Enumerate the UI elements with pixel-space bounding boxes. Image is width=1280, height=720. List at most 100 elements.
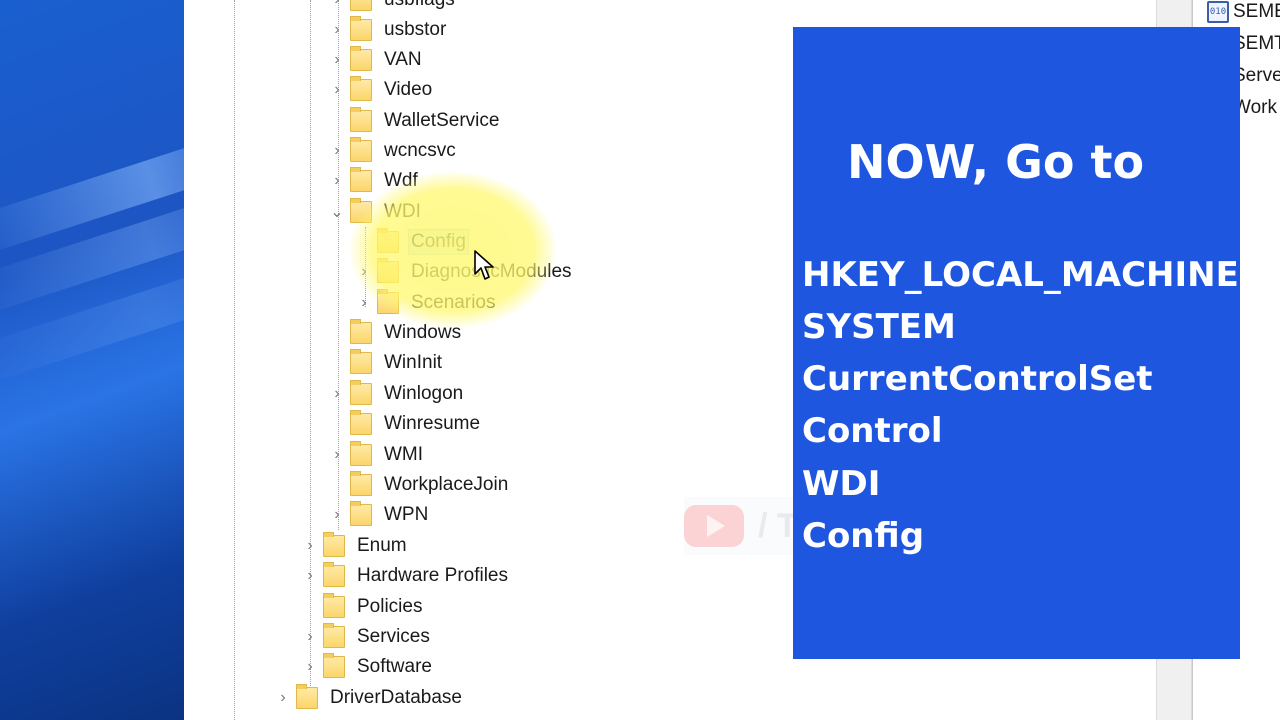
folder-icon bbox=[350, 441, 372, 466]
folder-icon bbox=[350, 107, 372, 132]
value-row[interactable]: Serve bbox=[1233, 61, 1280, 91]
tree-node-wcncsvc[interactable]: › wcncsvc bbox=[324, 136, 458, 166]
tree-guide-line bbox=[234, 0, 235, 720]
path-step-config: Config bbox=[802, 516, 925, 556]
tree-node-label: Policies bbox=[357, 596, 423, 617]
chevron-right-icon[interactable]: › bbox=[324, 45, 350, 75]
tree-node-wdi[interactable]: ⌄ WDI bbox=[324, 197, 423, 227]
folder-icon bbox=[377, 228, 399, 253]
chevron-right-icon[interactable]: › bbox=[324, 379, 350, 409]
folder-icon bbox=[350, 380, 372, 405]
path-step-controlset: CurrentControlSet bbox=[802, 359, 1153, 399]
tree-node-video[interactable]: › Video bbox=[324, 75, 434, 105]
tree-node-label: WPN bbox=[384, 504, 429, 525]
tree-node-usbflags[interactable]: › usbflags bbox=[324, 0, 457, 15]
tree-node-workplacejoin[interactable]: WorkplaceJoin bbox=[324, 470, 510, 500]
folder-icon bbox=[350, 16, 372, 41]
tree-node-wmi[interactable]: › WMI bbox=[324, 440, 425, 470]
tree-node-label: Video bbox=[384, 79, 433, 100]
path-step-hive: HKEY_LOCAL_MACHINE bbox=[802, 255, 1239, 295]
chevron-right-icon[interactable]: › bbox=[324, 0, 350, 15]
tree-node-label: wcncsvc bbox=[384, 140, 456, 161]
tree-node-label: usbflags bbox=[382, 0, 457, 12]
folder-icon bbox=[323, 623, 345, 648]
chevron-right-icon[interactable]: › bbox=[351, 257, 377, 287]
folder-icon bbox=[350, 0, 372, 11]
value-name: Serve bbox=[1233, 65, 1280, 86]
tree-node-walletservice[interactable]: WalletService bbox=[324, 106, 501, 136]
desktop-wallpaper bbox=[0, 0, 184, 720]
chevron-right-icon[interactable]: › bbox=[270, 683, 296, 713]
folder-icon bbox=[350, 501, 372, 526]
chevron-right-icon[interactable]: › bbox=[324, 500, 350, 530]
tree-node-label: WalletService bbox=[384, 110, 500, 131]
chevron-right-icon[interactable]: › bbox=[297, 561, 323, 591]
folder-icon bbox=[323, 593, 345, 618]
mouse-pointer-icon bbox=[474, 250, 494, 280]
chevron-right-icon[interactable]: › bbox=[324, 75, 350, 105]
folder-icon bbox=[323, 562, 345, 587]
folder-icon bbox=[350, 167, 372, 192]
tree-node-label: WorkplaceJoin bbox=[384, 474, 509, 495]
chevron-right-icon[interactable]: › bbox=[297, 622, 323, 652]
tree-node-label: Winresume bbox=[384, 413, 481, 434]
folder-icon bbox=[377, 289, 399, 314]
folder-icon bbox=[350, 349, 372, 374]
tree-node-label: Software bbox=[357, 656, 432, 677]
tree-node-winlogon[interactable]: › Winlogon bbox=[324, 379, 465, 409]
tree-node-label: VAN bbox=[384, 49, 422, 70]
tree-node-usbstor[interactable]: › usbstor bbox=[324, 15, 448, 45]
tree-node-driverdatabase[interactable]: › DriverDatabase bbox=[270, 683, 464, 713]
tree-node-label: Windows bbox=[384, 322, 462, 343]
tree-node-winresume[interactable]: Winresume bbox=[324, 409, 482, 439]
folder-icon bbox=[377, 258, 399, 283]
tree-node-label: usbstor bbox=[384, 19, 447, 40]
tree-node-services[interactable]: › Services bbox=[297, 622, 432, 652]
folder-icon bbox=[350, 46, 372, 71]
overlay-heading: NOW, Go to bbox=[847, 135, 1145, 189]
instruction-overlay: NOW, Go to HKEY_LOCAL_MACHINE SYSTEM Cur… bbox=[793, 27, 1240, 659]
tree-node-scenarios[interactable]: › Scenarios bbox=[351, 288, 498, 318]
chevron-down-icon[interactable]: ⌄ bbox=[324, 197, 350, 227]
tree-node-label: Hardware Profiles bbox=[357, 565, 508, 586]
folder-icon bbox=[350, 76, 372, 101]
folder-icon bbox=[350, 410, 372, 435]
chevron-right-icon[interactable]: › bbox=[324, 15, 350, 45]
tree-node-wpn[interactable]: › WPN bbox=[324, 500, 430, 530]
tree-node-label: DriverDatabase bbox=[330, 687, 462, 708]
tree-node-wdf[interactable]: › Wdf bbox=[324, 166, 420, 196]
tree-node-hardware-profiles[interactable]: › Hardware Profiles bbox=[297, 561, 510, 591]
tree-node-enum[interactable]: › Enum bbox=[297, 531, 409, 561]
tree-node-label: Scenarios bbox=[411, 292, 496, 313]
tree-node-diagnosticmodules[interactable]: › DiagnosticModules bbox=[351, 257, 574, 287]
tree-node-label: Config bbox=[408, 229, 469, 255]
tree-node-wininit[interactable]: WinInit bbox=[324, 348, 444, 378]
value-row[interactable]: 010 SEME bbox=[1207, 0, 1280, 27]
tree-node-software[interactable]: › Software bbox=[297, 652, 434, 682]
value-name: SEMT bbox=[1233, 33, 1280, 54]
chevron-right-icon[interactable]: › bbox=[324, 136, 350, 166]
folder-icon bbox=[350, 319, 372, 344]
tree-node-policies[interactable]: Policies bbox=[297, 592, 424, 622]
chevron-right-icon[interactable]: › bbox=[324, 440, 350, 470]
path-step-system: SYSTEM bbox=[802, 307, 956, 347]
folder-icon bbox=[350, 198, 372, 223]
tree-node-van[interactable]: › VAN bbox=[324, 45, 424, 75]
tree-node-label: WinInit bbox=[384, 352, 443, 373]
chevron-right-icon[interactable]: › bbox=[324, 166, 350, 196]
value-name: SEME bbox=[1233, 1, 1280, 22]
chevron-right-icon[interactable]: › bbox=[297, 531, 323, 561]
tree-node-config[interactable]: Config bbox=[351, 227, 469, 257]
tree-node-windows[interactable]: Windows bbox=[324, 318, 463, 348]
chevron-right-icon[interactable]: › bbox=[297, 652, 323, 682]
tree-node-label: Winlogon bbox=[384, 383, 464, 404]
value-row[interactable]: SEMT bbox=[1233, 29, 1280, 59]
folder-icon bbox=[296, 684, 318, 709]
chevron-right-icon[interactable]: › bbox=[351, 288, 377, 318]
